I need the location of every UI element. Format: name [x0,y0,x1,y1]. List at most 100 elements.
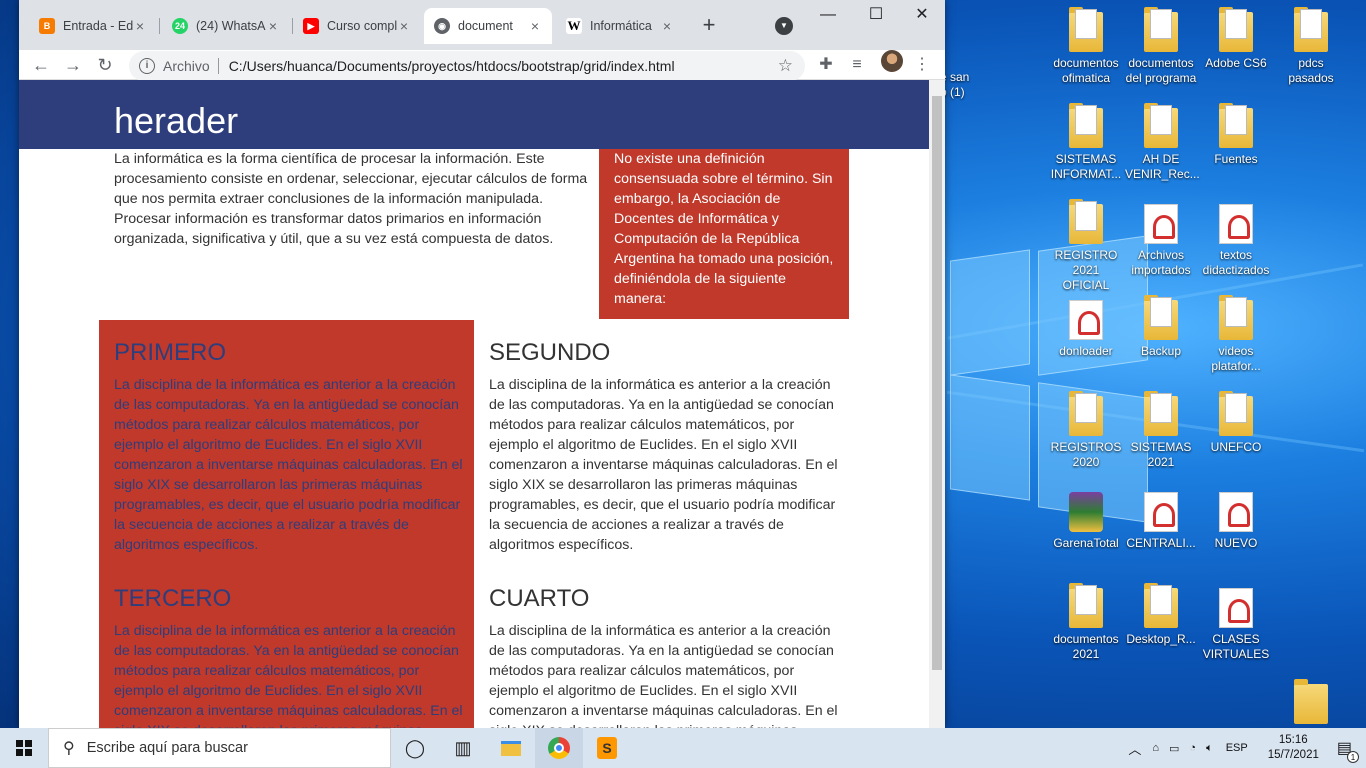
tab-blogger[interactable]: B Entrada - Ed × [29,8,157,44]
folder-icon [1219,295,1253,340]
desktop-icon[interactable]: Desktop_R... [1125,583,1197,674]
language-indicator[interactable]: ESP [1226,742,1248,754]
desktop-icon[interactable]: videos platafor... [1200,295,1272,386]
folder-icon [1219,7,1253,52]
pdf-file-icon [1069,300,1103,340]
desktop-icon[interactable]: Adobe CS6 [1200,7,1272,98]
tab-wikipedia[interactable]: W Informática × [556,8,684,44]
desktop-icon[interactable]: AH DE VENIR_Rec... [1125,103,1200,194]
forward-arrow-icon[interactable]: → [61,54,85,78]
taskbar-search-box[interactable]: ⚲ Escribe aquí para buscar [48,728,391,768]
close-tab-icon[interactable]: × [397,18,411,34]
desktop-icon[interactable]: UNEFCO [1200,391,1272,482]
desktop-icon-label: documentos ofimatica [1053,56,1119,85]
desktop-icon-label: UNEFCO [1210,440,1262,454]
maximize-button[interactable]: ☐ [853,2,899,30]
wifi-icon[interactable]: ◔ [1189,742,1196,754]
page-header: herader [19,80,929,149]
card-text-primero: La disciplina de la informática es anter… [114,377,463,553]
reload-icon[interactable]: ↻ [93,54,117,78]
minimize-button[interactable]: — [805,2,851,30]
desktop-icon[interactable]: textos didactizados [1200,200,1272,290]
desktop-icon[interactable]: documentos 2021 [1050,583,1122,674]
desktop-icon-label: GarenaTotal [1053,536,1119,550]
extensions-puzzle-icon[interactable]: ✚ [815,54,837,76]
close-tab-icon[interactable]: × [266,18,280,34]
desktop-icon[interactable]: REGISTROS 2020 [1050,391,1122,482]
desktop-icon[interactable]: pdcs pasados [1275,7,1347,98]
desktop-icon[interactable]: Backup [1125,295,1197,386]
card-text-cuarto: La disciplina de la informática es anter… [489,623,838,728]
chevron-up-icon[interactable]: ︿ [1128,739,1141,758]
tab-label: Entrada - Ed [63,19,133,33]
folder-icon [1144,391,1178,436]
card-text-segundo: La disciplina de la informática es anter… [489,377,838,553]
close-tab-icon[interactable]: × [528,18,542,34]
task-view-icon[interactable]: ▥ [439,728,487,768]
app-icon [1069,492,1103,532]
close-tab-icon[interactable]: × [660,18,674,34]
desktop-icon[interactable]: NUEVO [1200,488,1272,578]
back-arrow-icon[interactable]: ← [29,54,53,78]
notification-center-icon[interactable]: ▤ 1 [1337,738,1359,763]
file-explorer-icon[interactable] [487,728,535,768]
menu-kebab-icon[interactable]: ⋮ [911,54,933,76]
desktop-icon[interactable]: SISTEMAS INFORMAT... [1050,103,1122,194]
volume-icon[interactable]: 🔈︎ [1206,742,1213,755]
desktop-icon[interactable]: REGISTRO 2021 OFICIAL [1050,199,1122,292]
desktop-icon-label: CENTRALI... [1126,536,1196,550]
close-window-button[interactable]: ✕ [899,2,945,30]
cortana-circle-icon[interactable]: ◯ [391,728,439,768]
folder-icon [1069,103,1103,148]
desktop-icon-label: textos didactizados [1202,248,1270,277]
clock[interactable]: 15:16 15/7/2021 [1268,733,1319,763]
search-placeholder: Escribe aquí para buscar [86,740,248,756]
desktop-icon[interactable]: Archivos importados [1125,200,1197,290]
close-tab-icon[interactable]: × [133,18,147,34]
desktop-icon-partial-bottom[interactable] [1275,679,1347,728]
desktop-icon-partial[interactable]: e san b (1) [940,55,980,145]
desktop-icon[interactable]: documentos del programa [1125,7,1197,98]
url-text[interactable]: C:/Users/huanca/Documents/proyectos/htdo… [229,58,675,74]
tab-search-icon[interactable]: ▼ [775,17,793,35]
tab-label: Curso compl [327,19,397,33]
desktop-icon-label: NUEVO [1214,536,1258,550]
start-button[interactable] [0,728,48,768]
bookmark-star-icon[interactable]: ☆ [778,56,793,76]
desktop-icon[interactable]: GarenaTotal [1050,488,1122,578]
info-icon[interactable]: i [139,58,155,74]
folder-icon [1219,391,1253,436]
search-icon: ⚲ [63,740,75,757]
battery-icon[interactable]: ▭ [1169,742,1179,755]
scrollbar-thumb[interactable] [932,96,942,670]
folder-icon [1069,583,1103,628]
page-scrollbar[interactable] [929,80,945,728]
address-bar[interactable]: i Archivo C:/Users/huanca/Documents/proy… [129,51,805,81]
chrome-icon[interactable] [535,728,583,768]
youtube-icon: ▶ [303,18,319,34]
tab-whatsapp[interactable]: 24 (24) WhatsAp × [162,8,290,44]
tab-document[interactable]: ◉ document × [424,8,552,44]
meet-now-icon[interactable]: ⌂ [1152,742,1159,754]
sublime-text-icon[interactable]: S [583,728,631,768]
profile-avatar[interactable] [881,50,903,72]
pdf-file-icon [1144,204,1178,244]
new-tab-button[interactable]: + [695,12,723,40]
desktop-icon[interactable]: donloader [1050,296,1122,386]
desktop-icon-label: AH DE VENIR_Rec... [1125,152,1200,181]
folder-icon [1144,295,1178,340]
folder-icon [1219,103,1253,148]
card-title-segundo: SEGUNDO [489,339,611,366]
desktop-icon[interactable]: documentos ofimatica [1050,7,1122,98]
desktop-icon[interactable]: Fuentes [1200,103,1272,194]
intro-paragraph: La informática es la forma científica de… [114,151,588,247]
desktop-icon[interactable]: SISTEMAS 2021 [1125,391,1197,482]
tab-youtube[interactable]: ▶ Curso compl × [293,8,421,44]
desktop-icon-label: Archivos importados [1131,248,1191,277]
windows-start-icon [16,740,32,756]
desktop-icon[interactable]: CLASES VIRTUALES [1200,584,1272,674]
desktop-icon[interactable]: CENTRALI... [1125,488,1197,578]
media-controls-icon[interactable]: ≡ [846,54,868,76]
card-title-tercero: TERCERO [114,585,232,612]
desktop-icon-label: CLASES VIRTUALES [1202,632,1270,661]
